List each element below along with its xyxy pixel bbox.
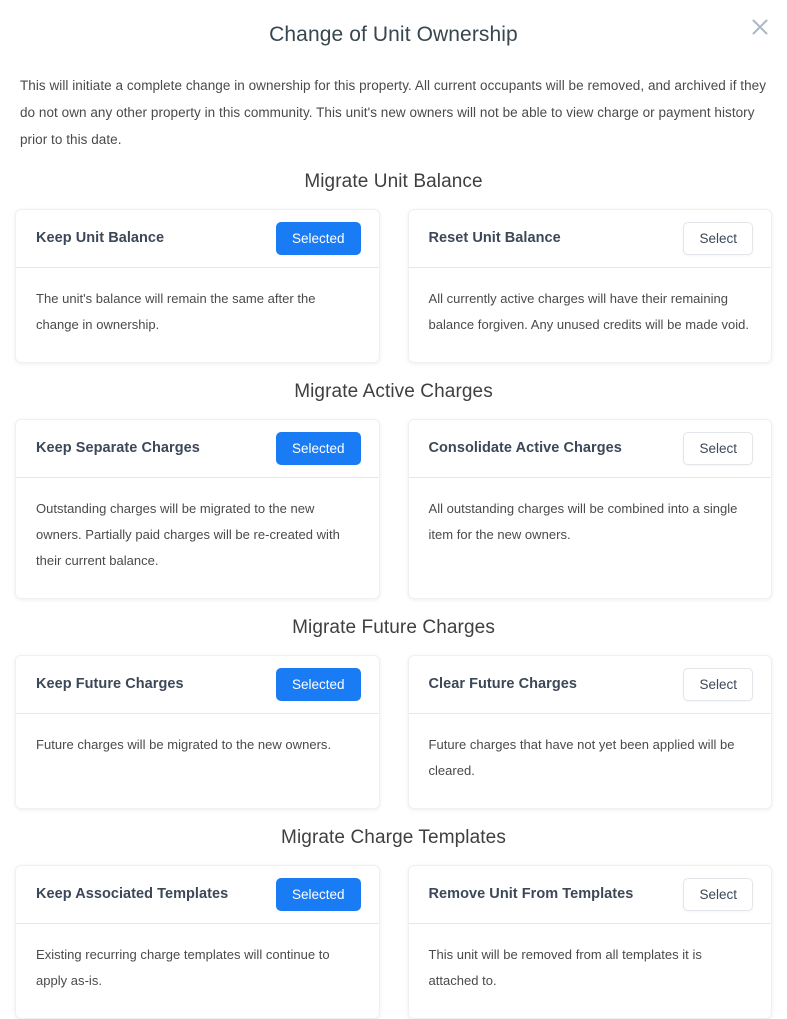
option-description: Outstanding charges will be migrated to … [36, 501, 340, 568]
option-description: The unit's balance will remain the same … [36, 291, 316, 332]
option-title: Keep Future Charges [36, 676, 184, 693]
migration-section: Migrate Active Charges Keep Separate Char… [0, 381, 787, 599]
option-description: This unit will be removed from all templ… [428, 947, 702, 988]
option-card-header: Keep Future Charges Selected [16, 656, 379, 714]
selected-button[interactable]: Selected [275, 667, 361, 702]
dialog-header: Change of Unit Ownership [0, 0, 787, 60]
change-of-unit-ownership-dialog: Change of Unit Ownership This will initi… [0, 0, 787, 1019]
option-card[interactable]: Keep Unit Balance Selected The unit's bala… [15, 209, 380, 363]
option-card-row: Keep Future Charges Selected Future charge… [0, 655, 787, 809]
option-card-header: Remove Unit From Templates Select [408, 866, 771, 924]
option-card-header: Keep Separate Charges Selected [16, 420, 379, 478]
option-title: Reset Unit Balance [428, 230, 561, 247]
select-button[interactable]: Select [683, 667, 753, 702]
option-title: Keep Associated Templates [36, 886, 229, 903]
option-card[interactable]: Keep Separate Charges Selected Outstanding… [15, 419, 380, 599]
option-card[interactable]: Clear Future Charges Select Future charges… [407, 655, 772, 809]
option-title: Remove Unit From Templates [428, 886, 634, 903]
selected-button[interactable]: Selected [275, 877, 361, 912]
select-button[interactable]: Select [683, 431, 753, 466]
option-description: All currently active charges will have t… [428, 291, 750, 332]
selected-button[interactable]: Selected [275, 221, 361, 256]
option-title: Keep Unit Balance [36, 230, 165, 247]
option-card-row: Keep Unit Balance Selected The unit's bala… [0, 209, 787, 363]
migration-section: Migrate Future Charges Keep Future Charge… [0, 617, 787, 809]
select-button[interactable]: Select [683, 877, 753, 912]
section-heading: Migrate Unit Balance [304, 171, 483, 192]
select-button[interactable]: Select [683, 221, 753, 256]
option-card-row: Keep Associated Templates Selected Existin… [0, 865, 787, 1019]
page-title: Change of Unit Ownership [269, 23, 518, 47]
option-description: All outstanding charges will be combined… [428, 501, 738, 542]
migration-section: Migrate Charge Templates Keep Associated … [0, 827, 787, 1019]
option-card[interactable]: Consolidate Active Charges Select All outs… [407, 419, 772, 599]
dialog-description: This will initiate a complete change in … [20, 78, 767, 147]
option-title: Consolidate Active Charges [428, 440, 622, 457]
option-card-header: Keep Associated Templates Selected [16, 866, 379, 924]
section-heading: Migrate Charge Templates [281, 827, 506, 848]
option-description: Existing recurring charge templates will… [36, 947, 330, 988]
option-card[interactable]: Remove Unit From Templates Select This uni… [407, 865, 772, 1019]
option-card-header: Consolidate Active Charges Select [408, 420, 771, 478]
option-title: Clear Future Charges [428, 676, 577, 693]
option-card-header: Clear Future Charges Select [408, 656, 771, 714]
option-card[interactable]: Reset Unit Balance Select All currently ac… [407, 209, 772, 363]
option-card[interactable]: Keep Associated Templates Selected Existin… [15, 865, 380, 1019]
option-title: Keep Separate Charges [36, 440, 200, 457]
option-card-row: Keep Separate Charges Selected Outstanding… [0, 419, 787, 599]
close-icon [749, 16, 771, 38]
option-card-header: Reset Unit Balance Select [408, 210, 771, 268]
option-card-header: Keep Unit Balance Selected [16, 210, 379, 268]
migration-section: Migrate Unit Balance Keep Unit Balance Sel… [0, 171, 787, 363]
option-description: Future charges will be migrated to the n… [36, 737, 332, 752]
section-heading: Migrate Active Charges [294, 381, 493, 402]
close-button[interactable] [743, 10, 777, 44]
selected-button[interactable]: Selected [275, 431, 361, 466]
section-heading: Migrate Future Charges [292, 617, 495, 638]
option-description: Future charges that have not yet been ap… [428, 737, 735, 778]
migration-sections: Migrate Unit Balance Keep Unit Balance Sel… [0, 171, 787, 1019]
option-card[interactable]: Keep Future Charges Selected Future charge… [15, 655, 380, 809]
